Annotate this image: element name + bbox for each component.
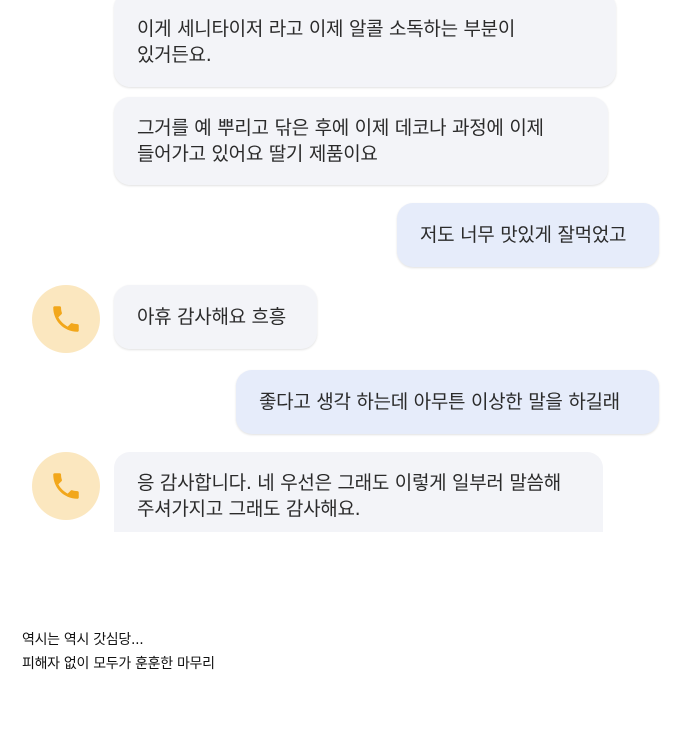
outgoing-message: 저도 너무 맛있게 잘먹었고 [397, 203, 659, 267]
incoming-message: 그거를 예 뿌리고 닦은 후에 이제 데코나 과정에 이제 들어가고 있어요 딸… [114, 97, 608, 185]
caller-avatar [32, 452, 100, 520]
caption-line-2: 피해자 없이 모두가 훈훈한 마무리 [22, 656, 215, 672]
incoming-message: 아휴 감사해요 흐흥 [114, 285, 317, 349]
message-text: 아휴 감사해요 흐흥 [137, 306, 286, 328]
message-text: 그거를 예 뿌리고 닦은 후에 이제 데코나 과정에 이제 들어가고 있어요 딸… [137, 117, 544, 165]
message-text: 응 감사합니다. 네 우선은 그래도 이렇게 일부러 말씀해 주셔가지고 그래도… [137, 472, 561, 520]
outgoing-message: 좋다고 생각 하는데 아무튼 이상한 말을 하길래 [236, 370, 659, 434]
chat-thread: 이게 세니타이저 라고 이제 알콜 소독하는 부분이 있거든요. 그거를 예 뿌… [0, 0, 692, 560]
incoming-message: 응 감사합니다. 네 우선은 그래도 이렇게 일부러 말씀해 주셔가지고 그래도… [114, 452, 603, 532]
message-text: 이게 세니타이저 라고 이제 알콜 소독하는 부분이 있거든요. [137, 18, 516, 66]
caption-line-1: 역시는 역시 갓심당... [22, 632, 144, 648]
phone-icon [53, 306, 79, 332]
caller-avatar [32, 285, 100, 353]
message-text: 좋다고 생각 하는데 아무튼 이상한 말을 하길래 [259, 391, 620, 413]
message-text: 저도 너무 맛있게 잘먹었고 [420, 224, 627, 246]
phone-icon [53, 473, 79, 499]
incoming-message: 이게 세니타이저 라고 이제 알콜 소독하는 부분이 있거든요. [114, 0, 616, 87]
